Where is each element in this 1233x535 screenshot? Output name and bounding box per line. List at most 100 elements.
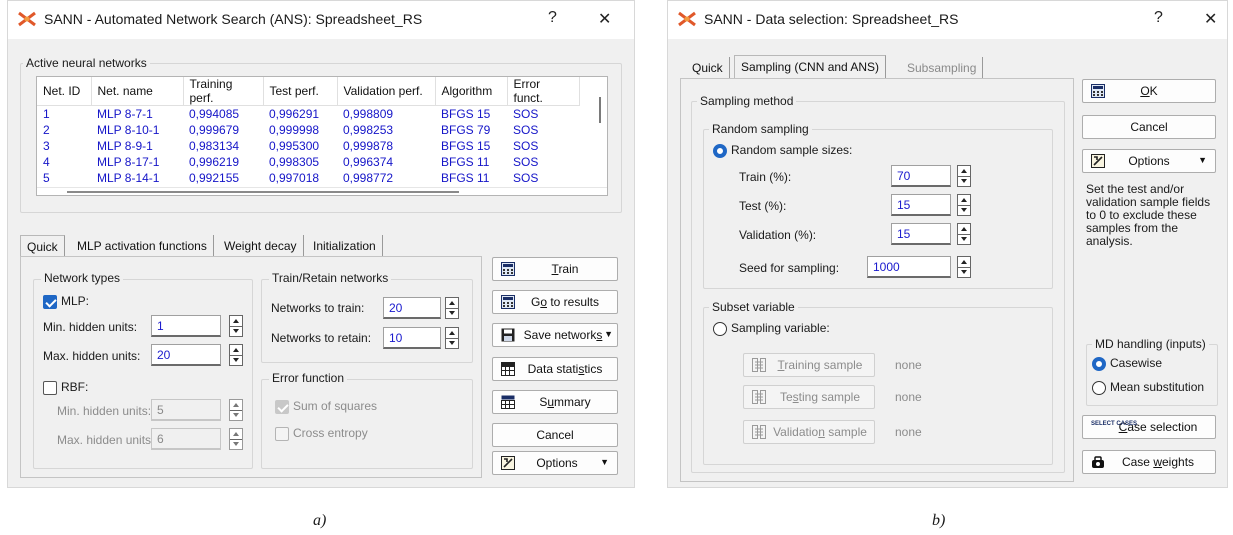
seed-spinner[interactable] (957, 256, 971, 278)
tab-sampling[interactable]: Sampling (CNN and ANS) (734, 55, 887, 79)
cell: 0,998253 (343, 122, 394, 137)
rbf-min-hidden-input[interactable]: 5 (151, 399, 221, 421)
help-button[interactable]: ? (1154, 9, 1163, 27)
tab-weight-decay[interactable]: Weight decay (218, 235, 304, 257)
train-percent-input[interactable]: 70 (891, 165, 951, 187)
cross-entropy-checkbox[interactable] (275, 427, 289, 441)
title-bar: SANN - Data selection: Spreadsheet_RS ? … (668, 1, 1227, 39)
validation-percent-label: Validation (%): (739, 228, 817, 242)
testing-sample-label: Testing sample (779, 390, 861, 404)
networks-to-train-spinner[interactable] (445, 297, 459, 319)
cell: MLP 8-7-1 (97, 106, 153, 121)
cell: 0,997018 (269, 170, 320, 185)
col-net-name[interactable]: Net. name (91, 77, 184, 106)
validation-percent-spinner[interactable] (957, 223, 971, 245)
table-row[interactable]: 1 MLP 8-7-1 0,994085 0,996291 0,998809 B… (37, 106, 579, 122)
data-statistics-button[interactable]: Data statistics (492, 357, 618, 381)
cancel-button[interactable]: Cancel (1082, 115, 1216, 139)
max-hidden-input[interactable]: 20 (151, 344, 221, 366)
train-percent-spinner[interactable] (957, 165, 971, 187)
cross-entropy-label: Cross entropy (293, 426, 368, 440)
tab-mlp-activation[interactable]: MLP activation functions (71, 235, 214, 257)
min-hidden-spinner[interactable] (229, 315, 243, 337)
mean-substitution-radio[interactable] (1092, 381, 1106, 395)
rbf-min-hidden-label: Min. hidden units: (57, 404, 152, 418)
tab-quick[interactable]: Quick (686, 57, 730, 79)
random-sample-sizes-radio[interactable] (713, 144, 727, 158)
cell: 0,994085 (189, 106, 240, 121)
md-handling-label: MD handling (inputs) (1092, 337, 1209, 351)
seed-input[interactable]: 1000 (867, 256, 951, 278)
rbf-min-hidden-spinner[interactable] (229, 399, 243, 421)
rbf-max-hidden-spinner[interactable] (229, 428, 243, 450)
variable-select-icon (752, 425, 766, 439)
help-button[interactable]: ? (548, 9, 557, 27)
networks-list: Net. ID Net. name Training perf. Test pe… (36, 76, 608, 196)
case-weights-button[interactable]: Case weights (1082, 450, 1216, 474)
train-button[interactable]: Train (492, 257, 618, 281)
max-hidden-spinner[interactable] (229, 344, 243, 366)
mlp-checkbox[interactable] (43, 295, 57, 309)
networks-table: Net. ID Net. name Training perf. Test pe… (37, 77, 580, 186)
testing-sample-button[interactable]: Testing sample (743, 385, 875, 409)
tab-quick[interactable]: Quick (20, 235, 65, 257)
test-percent-label: Test (%): (739, 199, 787, 213)
go-to-results-button[interactable]: Go to results (492, 290, 618, 314)
options-label: Options (1128, 154, 1170, 168)
networks-to-retain-input[interactable]: 10 (383, 327, 441, 349)
cell: SOS (513, 106, 539, 121)
networks-to-retain-label: Networks to retain: (271, 331, 372, 345)
network-types-label: Network types (41, 271, 124, 285)
vertical-scrollbar[interactable] (599, 97, 601, 123)
summary-button[interactable]: Summary (492, 390, 618, 414)
validation-percent-input[interactable]: 15 (891, 223, 951, 245)
cell: BFGS 15 (441, 138, 491, 153)
validation-sample-button[interactable]: Validation sample (743, 420, 875, 444)
table-row[interactable]: 2 MLP 8-10-1 0,999679 0,999998 0,998253 … (37, 122, 579, 138)
test-percent-spinner[interactable] (957, 194, 971, 216)
col-algorithm[interactable]: Algorithm (435, 77, 508, 106)
table-row[interactable]: 3 MLP 8-9-1 0,983134 0,995300 0,999878 B… (37, 138, 579, 154)
tab-subsampling[interactable]: Subsampling (901, 57, 984, 79)
error-function-label: Error function (269, 371, 348, 385)
validation-sample-value: none (895, 425, 922, 439)
table-row[interactable]: 5 MLP 8-14-1 0,992155 0,997018 0,998772 … (37, 170, 579, 186)
window-title: SANN - Data selection: Spreadsheet_RS (704, 11, 959, 27)
quick-tab-page: Network types MLP: Min. hidden units: 1 … (20, 256, 482, 478)
case-selection-button[interactable]: SELECT CASES Case selection (1082, 415, 1216, 439)
cell: 0,999878 (343, 138, 394, 153)
ok-button[interactable]: OK (1082, 79, 1216, 103)
horizontal-scrollbar[interactable] (37, 187, 607, 195)
col-test-perf[interactable]: Test perf. (263, 77, 338, 106)
close-button[interactable]: ✕ (598, 9, 611, 29)
sum-of-squares-checkbox[interactable] (275, 400, 289, 414)
test-percent-input[interactable]: 15 (891, 194, 951, 216)
rbf-max-hidden-input[interactable]: 6 (151, 428, 221, 450)
close-button[interactable]: ✕ (1204, 9, 1217, 29)
col-error-function[interactable]: Error funct. (507, 77, 580, 106)
col-validation-perf[interactable]: Validation perf. (337, 77, 436, 106)
cell: MLP 8-17-1 (97, 154, 160, 169)
cell: BFGS 79 (441, 122, 491, 137)
networks-to-retain-spinner[interactable] (445, 327, 459, 349)
sampling-variable-radio[interactable] (713, 322, 727, 336)
options-button[interactable]: Options ▼ (492, 451, 618, 475)
rbf-checkbox[interactable] (43, 381, 57, 395)
min-hidden-input[interactable]: 1 (151, 315, 221, 337)
options-button[interactable]: Options ▼ (1082, 149, 1216, 173)
cell: 4 (43, 154, 50, 169)
cancel-button[interactable]: Cancel (492, 423, 618, 447)
cell: 0,995300 (269, 138, 320, 153)
training-sample-button[interactable]: Training sample (743, 353, 875, 377)
tab-initialization[interactable]: Initialization (307, 235, 383, 257)
validation-sample-label: Validation sample (773, 425, 867, 439)
networks-to-train-input[interactable]: 20 (383, 297, 441, 319)
save-networks-button[interactable]: Save networks ▼ (492, 323, 618, 347)
col-training-perf[interactable]: Training perf. (183, 77, 264, 106)
cell: 0,998305 (269, 154, 320, 169)
networks-to-train-label: Networks to train: (271, 301, 365, 315)
col-net-id[interactable]: Net. ID (37, 77, 92, 106)
horizontal-scroll-thumb[interactable] (67, 191, 459, 193)
table-row[interactable]: 4 MLP 8-17-1 0,996219 0,998305 0,996374 … (37, 154, 579, 170)
casewise-radio[interactable] (1092, 357, 1106, 371)
